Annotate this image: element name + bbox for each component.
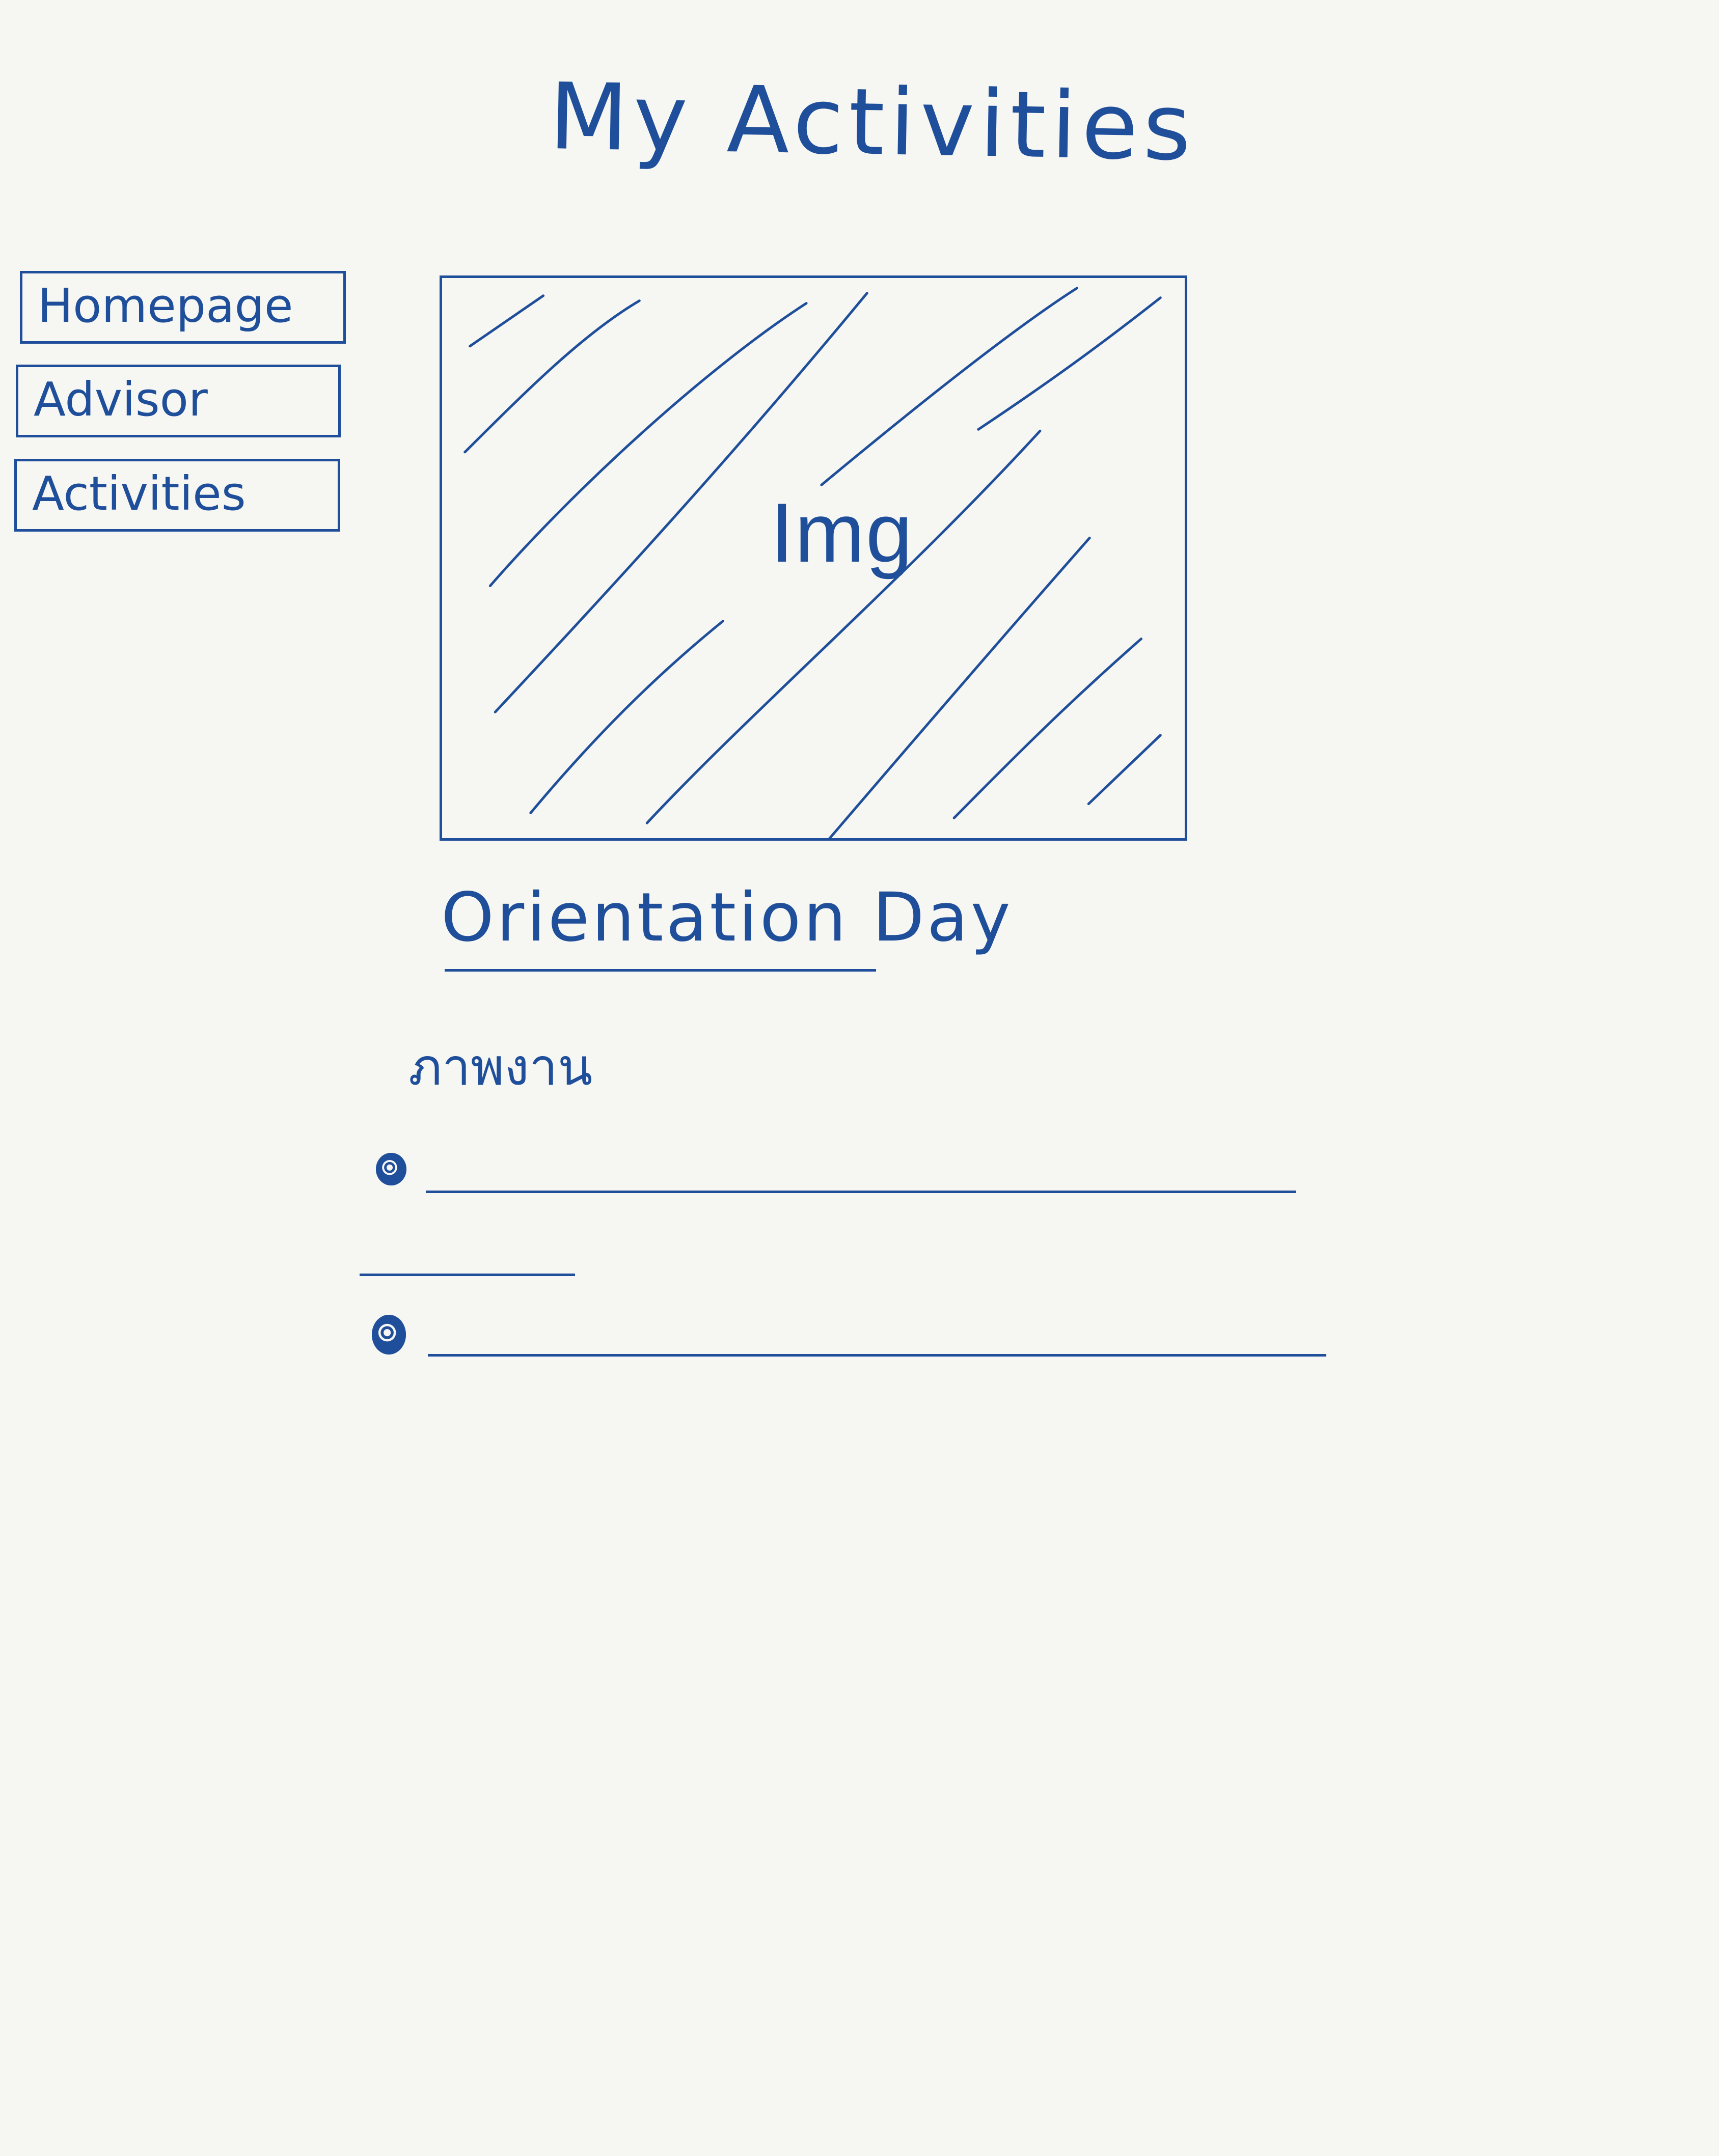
thai-section-label: ภาพงาน (408, 1037, 593, 1097)
sidebar-item-activities[interactable]: Activities (14, 459, 340, 532)
event-title-underline (445, 969, 876, 972)
sidebar-navigation: Homepage Advisor Activities (0, 0, 357, 560)
image-placeholder-label: Img (770, 486, 914, 579)
content-line (428, 1354, 1326, 1357)
activities-page: My Activities Homepage Advisor Activitie… (0, 0, 1719, 2156)
page-title: My Activities (548, 63, 1197, 182)
content-line (426, 1191, 1296, 1193)
event-title: Orientation Day (441, 878, 1013, 957)
sidebar-item-homepage[interactable]: Homepage (20, 271, 346, 344)
bullet-icon (372, 1315, 406, 1355)
content-line (360, 1274, 575, 1276)
activity-image-placeholder: Img (440, 275, 1187, 841)
bullet-icon (376, 1153, 406, 1185)
sidebar-item-advisor[interactable]: Advisor (16, 365, 341, 437)
